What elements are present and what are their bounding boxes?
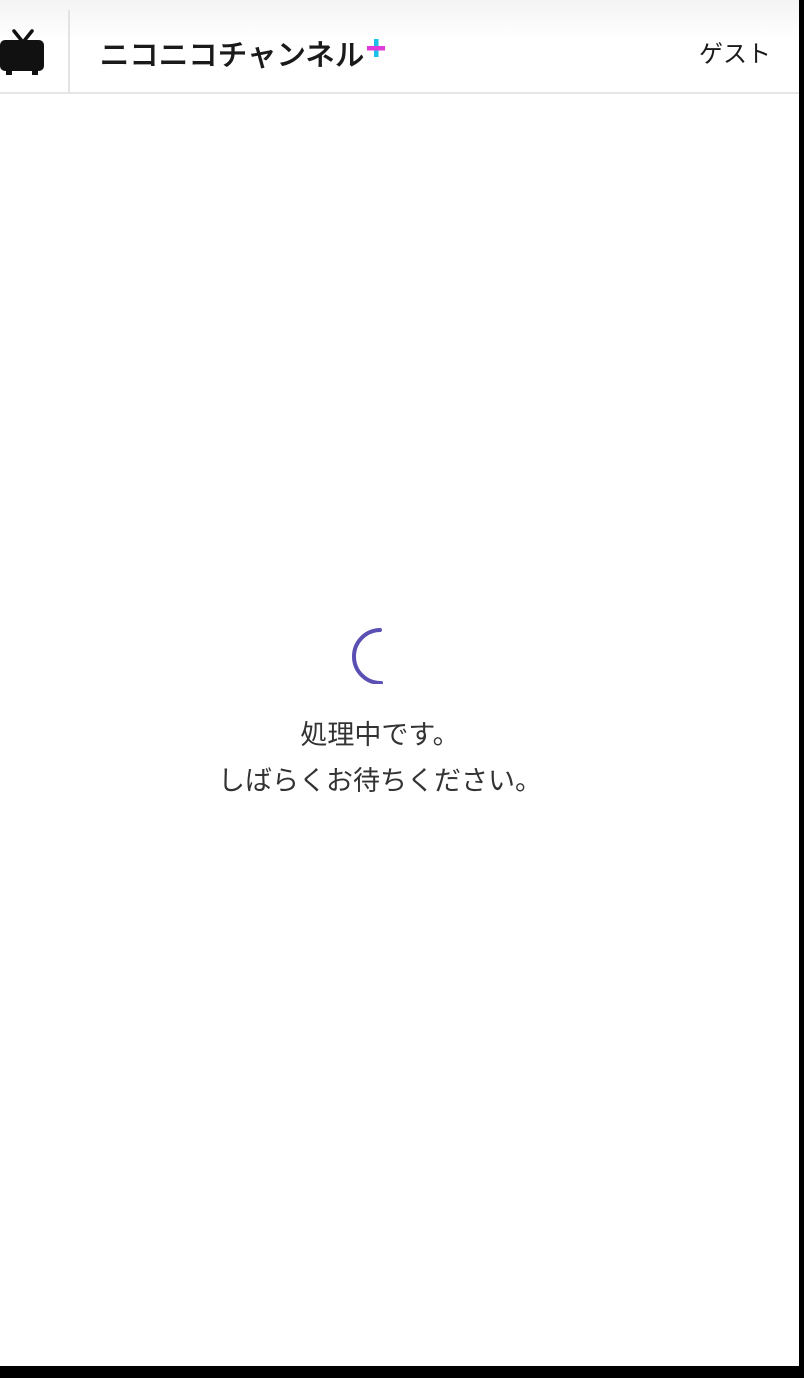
loading-spinner-icon	[352, 628, 383, 684]
niconico-tv-icon	[0, 29, 44, 75]
app-screen: ニコニコチャンネル ゲスト 処理中です。 しばらくお待ちください。	[0, 0, 799, 1366]
please-wait-message: しばらくお待ちください。	[218, 766, 542, 797]
site-logo[interactable]: ニコニコチャンネル	[100, 33, 385, 73]
logo-text: ニコニコチャンネル	[100, 38, 365, 72]
tv-menu-button[interactable]	[0, 10, 70, 94]
loading-panel: 処理中です。 しばらくお待ちください。	[0, 624, 760, 805]
plus-icon	[366, 39, 385, 57]
processing-message: 処理中です。	[300, 720, 460, 751]
header: ニコニコチャンネル ゲスト	[0, 0, 799, 94]
guest-user-link[interactable]: ゲスト	[699, 34, 771, 69]
